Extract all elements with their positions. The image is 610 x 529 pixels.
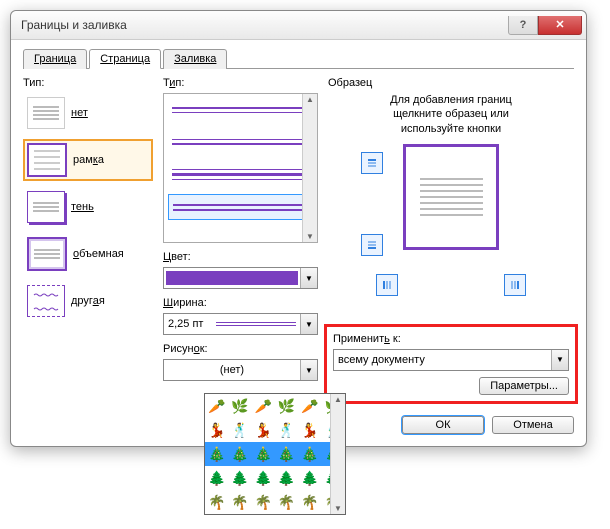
titlebar: Границы и заливка ? ✕ — [11, 11, 586, 40]
preset-other-icon — [27, 285, 65, 317]
preview-area — [361, 144, 541, 264]
preset-frame[interactable]: рамка — [23, 139, 153, 181]
tab-border[interactable]: Граница — [23, 49, 87, 69]
style-list[interactable]: ▲ ▼ — [163, 93, 318, 243]
presets-label: Тип: — [23, 77, 153, 89]
sample-label: Образец — [328, 77, 574, 89]
preset-shadow-icon — [27, 191, 65, 223]
color-label: Цвет: — [163, 251, 318, 263]
picture-option-carrots[interactable]: 🥕🌿 🥕🌿 🥕🌿 — [205, 394, 345, 418]
scroll-down-icon[interactable]: ▼ — [305, 231, 315, 242]
width-value: 2,25 пт — [164, 318, 212, 330]
dialog-content: Граница Страница Заливка Тип: нет — [11, 40, 586, 446]
style-option-1[interactable] — [168, 98, 313, 122]
width-label: Ширина: — [163, 297, 318, 309]
preset-other-label: другая — [71, 295, 105, 307]
edge-toggle-left[interactable] — [376, 274, 398, 296]
picture-value: (нет) — [164, 364, 300, 376]
picture-option-dancers[interactable]: 💃🕺💃 🕺💃🕺 — [205, 418, 345, 442]
preset-none[interactable]: нет — [23, 93, 153, 133]
cancel-button[interactable]: Отмена — [492, 416, 574, 434]
style-list-scrollbar[interactable]: ▲ ▼ — [302, 94, 317, 242]
edge-toggle-bottom[interactable] — [361, 234, 383, 256]
picture-option-trees-selected[interactable]: 🎄🎄 🎄🎄 🎄🎄 — [205, 442, 345, 466]
style-option-2[interactable] — [168, 130, 313, 154]
popup-scroll-up-icon[interactable]: ▲ — [333, 394, 343, 405]
width-dropdown-arrow-icon[interactable]: ▼ — [300, 314, 317, 334]
preset-volume-icon — [27, 237, 67, 271]
preset-none-label: нет — [71, 107, 88, 119]
apply-to-value: всему документу — [334, 354, 551, 366]
tab-strip: Граница Страница Заливка — [23, 48, 574, 69]
picture-label: Рисунок: — [163, 343, 318, 355]
window-title: Границы и заливка — [21, 18, 127, 32]
preset-shadow[interactable]: тень — [23, 187, 153, 227]
preset-shadow-label: тень — [71, 201, 94, 213]
style-option-4-selected[interactable] — [168, 194, 313, 220]
preset-volume[interactable]: объемная — [23, 233, 153, 275]
preset-other[interactable]: другая — [23, 281, 153, 321]
picture-dropdown-arrow-icon[interactable]: ▼ — [300, 360, 317, 380]
apply-to-arrow-icon[interactable]: ▼ — [551, 350, 568, 370]
color-dropdown[interactable]: ▼ — [163, 267, 318, 289]
style-option-3[interactable] — [168, 162, 313, 186]
page-preview[interactable] — [403, 144, 499, 250]
picture-popup-scrollbar[interactable]: ▲ ▼ — [330, 394, 345, 514]
picture-dropdown[interactable]: (нет) ▼ — [163, 359, 318, 381]
preset-volume-label: объемная — [73, 248, 124, 260]
color-dropdown-arrow-icon[interactable]: ▼ — [300, 268, 317, 288]
sample-help-text: Для добавления границ щелкните образец и… — [328, 93, 574, 136]
scroll-up-icon[interactable]: ▲ — [305, 94, 315, 105]
column-style: Тип: ▲ ▼ — [163, 77, 318, 404]
edge-toggle-top[interactable] — [361, 152, 383, 174]
popup-scroll-down-icon[interactable]: ▼ — [333, 503, 343, 514]
apply-to-dropdown[interactable]: всему документу ▼ — [333, 349, 569, 371]
width-dropdown[interactable]: 2,25 пт ▼ — [163, 313, 318, 335]
picture-option-pines[interactable]: 🌲🌲 🌲🌲 🌲🌲 — [205, 466, 345, 490]
tab-page[interactable]: Страница — [89, 49, 161, 69]
apply-to-label: Применить к: — [333, 333, 569, 345]
preset-none-icon — [27, 97, 65, 129]
ok-button[interactable]: ОК — [402, 416, 484, 434]
parameters-button[interactable]: Параметры... — [479, 377, 569, 395]
column-sample: Образец Для добавления границ щелкните о… — [328, 77, 574, 404]
picture-dropdown-popup[interactable]: 🥕🌿 🥕🌿 🥕🌿 💃🕺💃 🕺💃🕺 🎄🎄 🎄🎄 🎄🎄 🌲🌲 🌲🌲 🌲🌲 🌴🌴 🌴🌴… — [204, 393, 346, 515]
color-swatch — [166, 271, 298, 285]
preset-frame-label: рамка — [73, 154, 104, 166]
help-button[interactable]: ? — [508, 16, 538, 35]
tab-fill[interactable]: Заливка — [163, 49, 227, 69]
apply-to-block: Применить к: всему документу ▼ Параметры… — [324, 324, 578, 404]
picture-option-palms[interactable]: 🌴🌴 🌴🌴 🌴🌴 — [205, 490, 345, 514]
style-type-label: Тип: — [163, 77, 318, 89]
preset-frame-icon — [27, 143, 67, 177]
dialog-window: Границы и заливка ? ✕ Граница Страница З… — [10, 10, 587, 447]
column-type-presets: Тип: нет рамка — [23, 77, 153, 404]
edge-toggle-right[interactable] — [504, 274, 526, 296]
close-button[interactable]: ✕ — [538, 16, 582, 35]
width-preview-lines — [216, 322, 296, 326]
